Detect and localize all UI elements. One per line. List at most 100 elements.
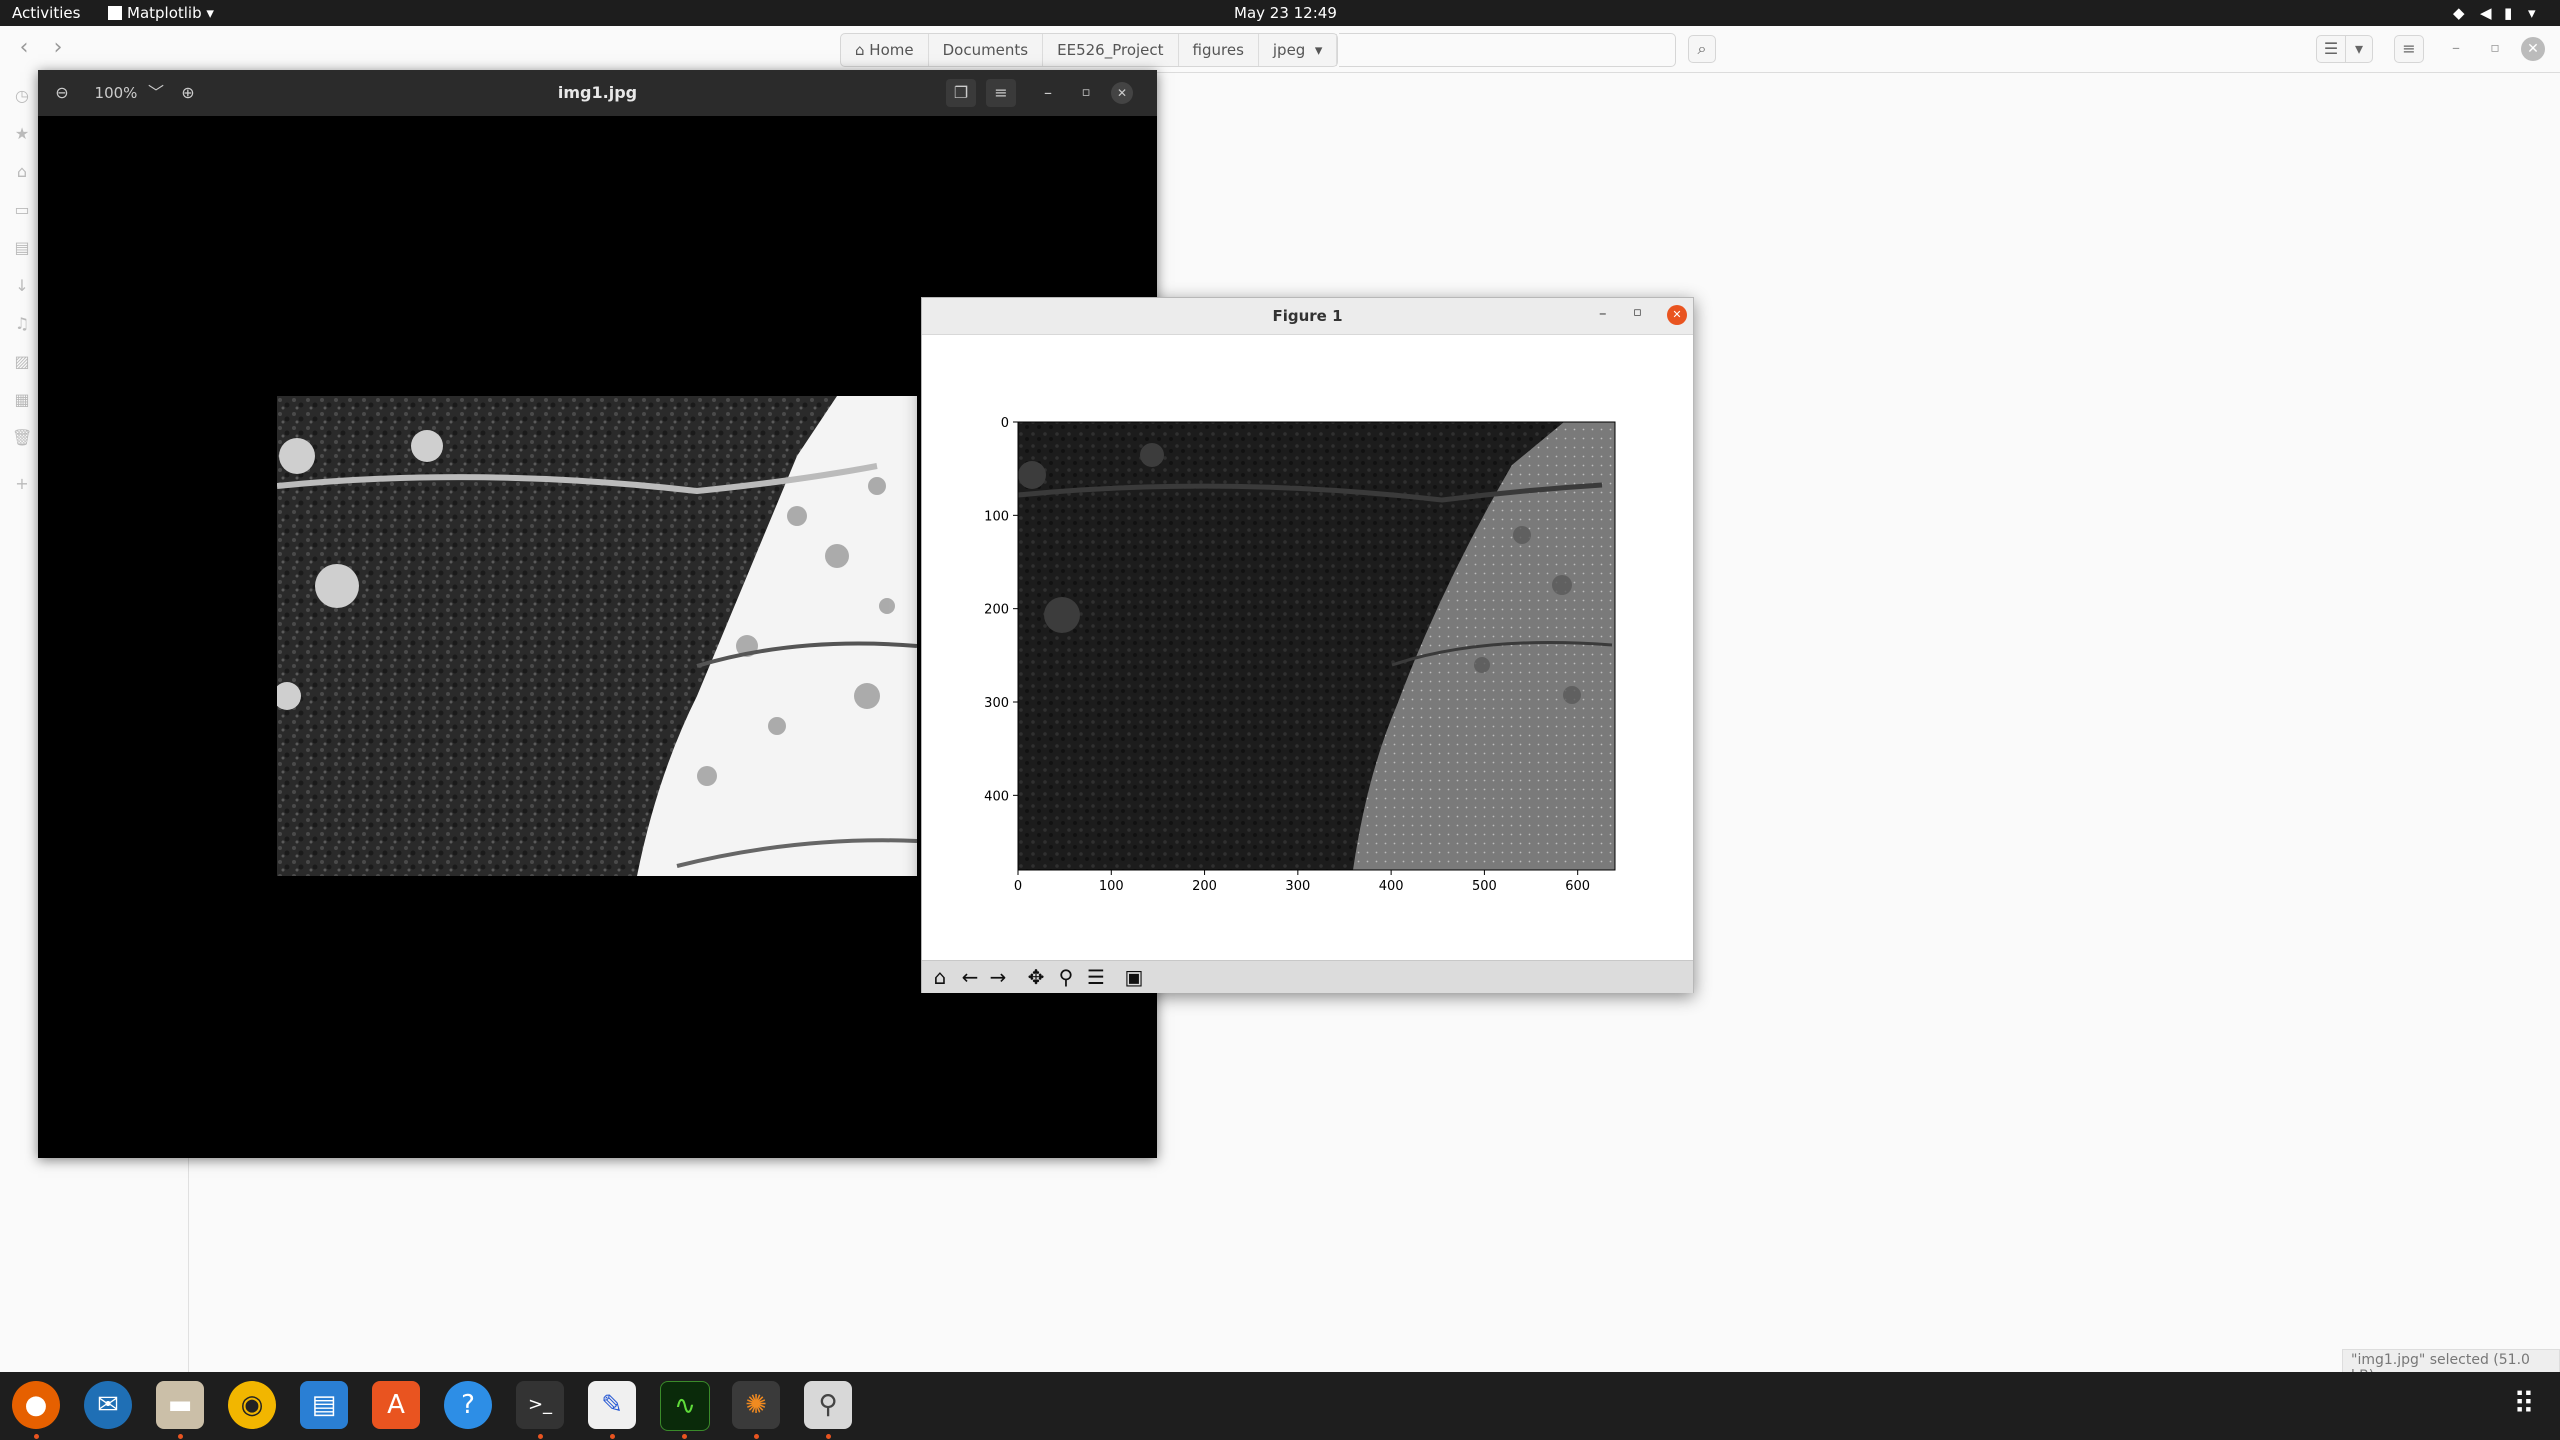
caret-down-icon: ▾	[201, 4, 214, 22]
starred-icon[interactable]: ★	[12, 124, 32, 143]
arrow-left-icon: ←	[961, 965, 979, 989]
floppy-disk-icon: ▣	[1124, 965, 1144, 989]
file-manager-header: ‹ › ⌂ Home Documents EE526_Project figur…	[0, 26, 2560, 73]
music-icon[interactable]: ♫	[12, 314, 32, 333]
move-icon: ✥	[1027, 965, 1045, 989]
documents-icon[interactable]: ▤	[12, 238, 32, 257]
files-icon[interactable]: ▬	[156, 1381, 204, 1429]
system-menu-caret-icon[interactable]: ▾	[2528, 4, 2536, 22]
matplotlib-toolbar: ⌂ ← → ✥ ⚲ ☰ ▣	[922, 960, 1693, 993]
close-button[interactable]: ✕	[2521, 37, 2545, 61]
figure-titlebar: Figure 1 – ▫ ✕	[922, 298, 1693, 335]
terminal-icon[interactable]: >_	[516, 1381, 564, 1429]
other-locations-icon[interactable]: +	[12, 474, 32, 493]
y-tick-label: 100	[984, 509, 1009, 524]
list-icon: ☰	[2323, 39, 2339, 58]
save-button[interactable]: ▣	[1120, 964, 1148, 990]
x-tick-label: 600	[1565, 879, 1590, 894]
running-indicator	[178, 1434, 183, 1439]
crumb-figures[interactable]: figures	[1179, 34, 1259, 66]
view-options-button[interactable]: ▾	[2345, 35, 2373, 63]
downloads-icon[interactable]: ↓	[12, 276, 32, 295]
crumb-jpeg[interactable]: jpeg ▾	[1259, 34, 1338, 66]
activities-button[interactable]: Activities	[12, 4, 80, 22]
close-button[interactable]: ✕	[1111, 82, 1133, 104]
menu-button[interactable]: ≡	[986, 79, 1016, 107]
x-tick-label: 300	[1285, 879, 1310, 894]
text-editor-icon[interactable]: ✎	[588, 1381, 636, 1429]
plot-image	[1017, 422, 1615, 870]
hamburger-icon: ≡	[994, 83, 1008, 102]
trash-icon[interactable]: 🗑	[12, 428, 32, 447]
maximize-button[interactable]: ▫	[1074, 79, 1098, 107]
home-icon[interactable]: ⌂	[12, 162, 32, 181]
maximize-button[interactable]: ▫	[2481, 35, 2509, 63]
desktop-icon[interactable]: ▭	[12, 200, 32, 219]
y-axis: 0 100 200 300 400	[984, 416, 1018, 804]
matplotlib-icon[interactable]: ✺	[732, 1381, 780, 1429]
list-view-button[interactable]: ☰	[2316, 35, 2346, 63]
y-tick-label: 300	[984, 696, 1009, 711]
crumb-ee526-project[interactable]: EE526_Project	[1043, 34, 1179, 66]
y-tick-label: 400	[984, 789, 1009, 804]
recent-icon[interactable]: ◷	[12, 86, 32, 105]
clock[interactable]: May 23 12:49	[1234, 4, 1337, 22]
pan-button[interactable]: ✥	[1022, 964, 1050, 990]
search-icon: ⌕	[1697, 39, 1707, 58]
volume-icon[interactable]: ◀	[2480, 4, 2492, 22]
app-menu[interactable]: Matplotlib ▾	[108, 4, 214, 22]
app-menu-label: Matplotlib	[127, 4, 202, 22]
thunderbird-icon[interactable]: ✉	[84, 1381, 132, 1429]
crumb-home[interactable]: ⌂ Home	[841, 34, 929, 66]
zoom-button[interactable]: ⚲	[1052, 964, 1080, 990]
running-indicator	[34, 1434, 39, 1439]
chevron-down-icon: ▾	[1305, 41, 1323, 59]
image-viewer-titlebar: ⊖ 100% ﹀ ⊕ img1.jpg ❐ ≡ – ▫ ✕	[38, 70, 1157, 116]
arrow-right-icon: →	[989, 965, 1007, 989]
battery-icon[interactable]: ▮	[2504, 4, 2512, 22]
writer-icon[interactable]: ▤	[300, 1381, 348, 1429]
show-apps-icon[interactable]: ⠿	[2500, 1381, 2548, 1429]
x-tick-label: 0	[1014, 879, 1022, 894]
running-indicator	[682, 1434, 687, 1439]
gallery-button[interactable]: ❐	[946, 79, 976, 107]
minimize-button[interactable]: –	[1036, 79, 1060, 107]
image-viewer-icon[interactable]: ⚲	[804, 1381, 852, 1429]
path-bar-spacer	[1339, 33, 1676, 67]
running-indicator	[826, 1434, 831, 1439]
crumb-documents[interactable]: Documents	[929, 34, 1044, 66]
chevron-down-icon: ▾	[2354, 39, 2364, 58]
y-tick-label: 0	[1001, 416, 1009, 431]
photo-image	[277, 396, 917, 876]
x-tick-label: 200	[1192, 879, 1217, 894]
system-monitor-icon[interactable]: ∿	[660, 1381, 710, 1431]
hamburger-icon: ≡	[2402, 39, 2416, 58]
dock: ● ✉ ▬ ◉ ▤ A ? >_ ✎ ∿ ✺ ⚲ ⠿	[0, 1372, 2560, 1440]
home-icon: ⌂	[855, 41, 870, 59]
running-indicator	[754, 1434, 759, 1439]
top-bar: Activities Matplotlib ▾ May 23 12:49 ◆ ◀…	[0, 0, 2560, 26]
window-title: Figure 1	[1272, 307, 1343, 325]
forward-button[interactable]: →	[984, 964, 1012, 990]
firefox-icon[interactable]: ●	[12, 1381, 60, 1429]
matplotlib-app-icon	[108, 6, 122, 20]
software-icon[interactable]: A	[372, 1381, 420, 1429]
rhythmbox-icon[interactable]: ◉	[228, 1381, 276, 1429]
home-button[interactable]: ⌂	[926, 964, 954, 990]
minimize-button[interactable]: –	[1599, 304, 1607, 322]
back-button[interactable]: ‹	[10, 35, 38, 63]
close-button[interactable]: ✕	[1667, 305, 1687, 325]
x-tick-label: 400	[1379, 879, 1404, 894]
help-icon[interactable]: ?	[444, 1381, 492, 1429]
videos-icon[interactable]: ▦	[12, 390, 32, 409]
plot-canvas[interactable]: 0 100 200 300 400 500 600 0 100 200 300 400	[922, 335, 1693, 959]
main-menu-button[interactable]: ≡	[2394, 35, 2424, 63]
maximize-button[interactable]: ▫	[1633, 305, 1642, 320]
wifi-icon[interactable]: ◆	[2453, 4, 2465, 22]
search-button[interactable]: ⌕	[1688, 35, 1716, 63]
pictures-icon[interactable]: ▨	[12, 352, 32, 371]
forward-button[interactable]: ›	[44, 35, 72, 63]
minimize-button[interactable]: –	[2442, 35, 2470, 63]
back-button[interactable]: ←	[956, 964, 984, 990]
configure-subplots-button[interactable]: ☰	[1082, 964, 1110, 990]
